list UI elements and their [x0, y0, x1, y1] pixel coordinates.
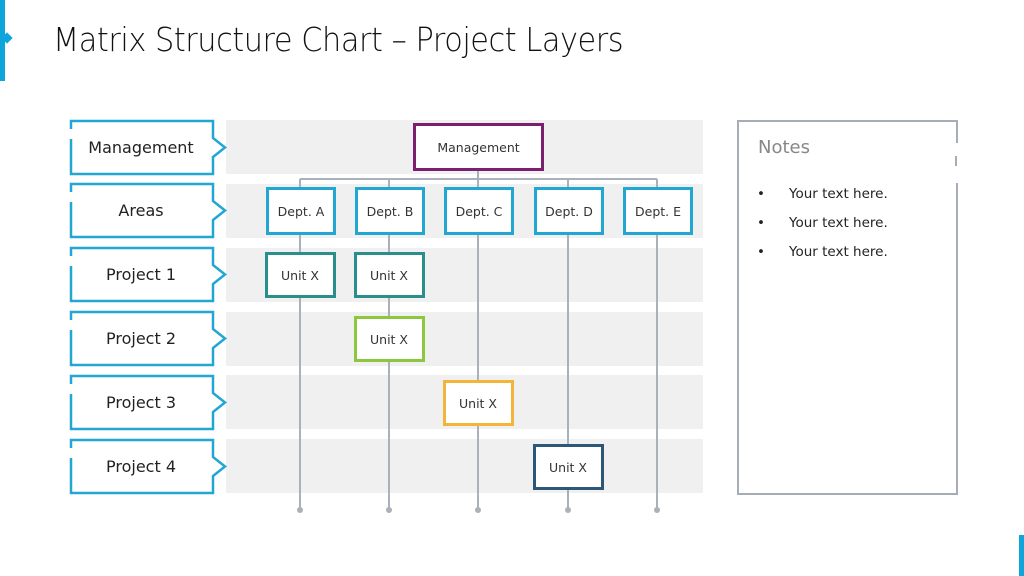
notes-panel: [737, 120, 958, 495]
unit-node[interactable]: Unit X: [353, 252, 425, 298]
unit-node[interactable]: Unit X: [532, 444, 604, 490]
dept-node-e[interactable]: Dept. E: [623, 187, 693, 235]
dept-node-c[interactable]: Dept. C: [444, 187, 514, 235]
management-node[interactable]: Management: [413, 123, 544, 171]
column-end-dot: [386, 507, 392, 513]
bullet-icon: •: [757, 215, 765, 231]
note-text: Your text here.: [789, 215, 888, 231]
notes-border-dash: [955, 156, 957, 166]
unit-node[interactable]: Unit X: [264, 252, 336, 298]
dept-node-d[interactable]: Dept. D: [534, 187, 604, 235]
unit-node[interactable]: Unit X: [353, 316, 425, 362]
note-text: Your text here.: [789, 244, 888, 260]
dept-node-b[interactable]: Dept. B: [355, 187, 425, 235]
note-text: Your text here.: [789, 186, 888, 202]
column-end-dot: [297, 507, 303, 513]
unit-node[interactable]: Unit X: [442, 380, 514, 426]
notes-title: Notes: [758, 137, 810, 158]
bullet-icon: •: [757, 186, 765, 202]
column-end-dot: [565, 507, 571, 513]
column-end-dot: [654, 507, 660, 513]
bullet-icon: •: [757, 244, 765, 260]
dept-node-a[interactable]: Dept. A: [266, 187, 336, 235]
column-end-dot: [475, 507, 481, 513]
